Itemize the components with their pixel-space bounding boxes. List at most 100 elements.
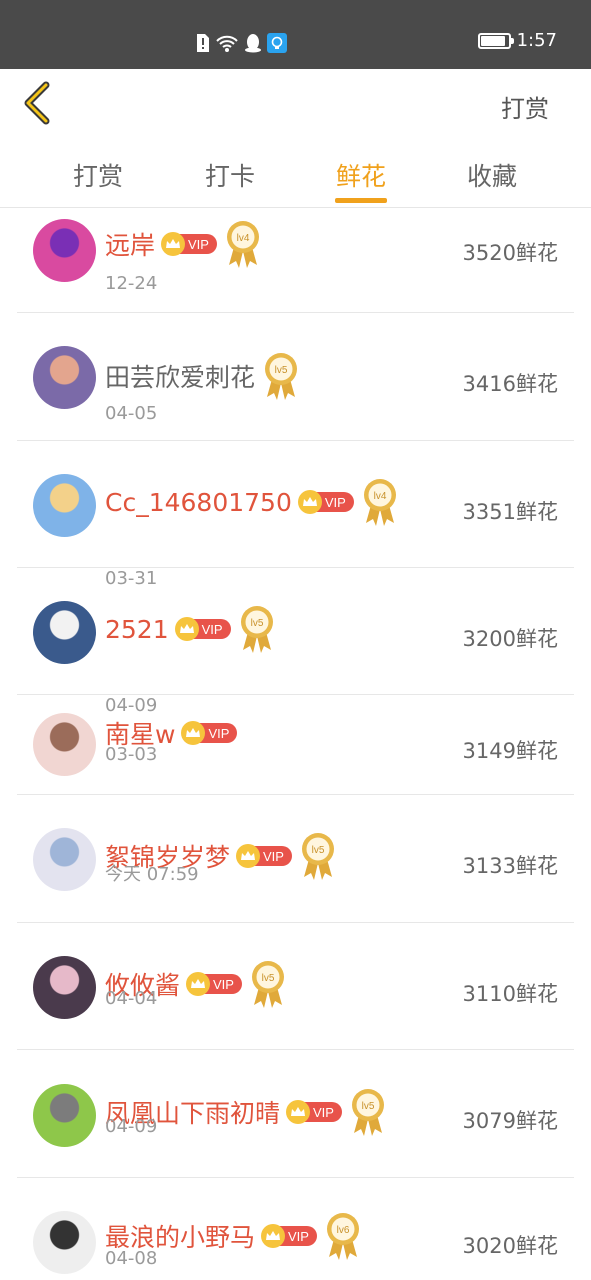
tab-checkin[interactable]: 打卡: [205, 157, 255, 193]
vip-label: VIP: [313, 1104, 334, 1120]
vip-label: VIP: [201, 621, 223, 637]
tab-bar: 打赏 打卡 鲜花 收藏: [0, 141, 591, 208]
crown-icon: [181, 721, 206, 745]
item-date: 12-24: [105, 273, 158, 294]
name-line: 田芸欣爱刺花 lv5: [105, 351, 299, 401]
vip-badge: VIP: [297, 490, 354, 514]
user-name[interactable]: Cc_146801750: [105, 488, 292, 517]
level-label: lv5: [275, 365, 288, 376]
vip-badge: VIP: [286, 1100, 342, 1124]
crown-icon: [161, 232, 186, 256]
level-medal-icon: lv4: [225, 219, 261, 269]
item-date: 04-08: [105, 1248, 158, 1269]
avatar[interactable]: [33, 474, 96, 537]
level-label: lv5: [262, 973, 275, 984]
flower-count: 3133鲜花: [462, 854, 558, 878]
avatar[interactable]: [33, 219, 96, 282]
level-label: lv5: [362, 1101, 375, 1112]
tab-reward[interactable]: 打赏: [73, 157, 123, 193]
vip-badge: VIP: [261, 1224, 317, 1248]
list-item[interactable]: 絮锦岁岁梦 VIP lv5 今天 07:59 3133鲜花: [17, 795, 574, 923]
vip-badge: VIP: [186, 972, 242, 996]
list-item[interactable]: 田芸欣爱刺花 lv5 04-05 3416鲜花: [17, 313, 574, 441]
item-date: 04-04: [105, 988, 158, 1009]
tab-active-indicator: [335, 198, 387, 203]
level-medal-icon: lv5: [239, 604, 275, 654]
level-medal-icon: lv6: [325, 1211, 361, 1261]
level-medal-icon: lv5: [350, 1087, 386, 1137]
tab-flowers[interactable]: 鲜花: [336, 157, 386, 193]
user-name[interactable]: 远岸: [105, 226, 155, 262]
vip-label: VIP: [213, 976, 234, 992]
vip-label: VIP: [324, 494, 346, 510]
avatar[interactable]: [33, 1084, 96, 1147]
item-date: 03-03: [105, 744, 158, 765]
level-label: lv4: [373, 491, 386, 502]
crown-icon: [297, 490, 322, 514]
avatar[interactable]: [33, 601, 96, 664]
sim-alert-icon: [197, 34, 209, 52]
level-medal-icon: lv4: [362, 477, 398, 527]
flower-count: 3520鲜花: [462, 241, 558, 265]
tab-favorites[interactable]: 收藏: [467, 157, 517, 193]
avatar[interactable]: [33, 346, 96, 409]
vip-label: VIP: [188, 236, 209, 252]
flower-ranking-list: 远岸 VIP lv4 12-24 3520鲜花田芸欣爱刺花 lv5 04-05 3416鲜花 C…: [17, 209, 574, 1280]
level-label: lv5: [250, 618, 263, 629]
vip-label: VIP: [288, 1228, 309, 1244]
crown-icon: [261, 1224, 286, 1248]
wifi-icon: [216, 35, 238, 52]
list-item[interactable]: Cc_146801750 VIP lv4 03-31 3351鲜花: [17, 441, 574, 589]
name-line: Cc_146801750 VIP lv4: [105, 477, 398, 527]
chevron-left-icon[interactable]: [20, 81, 56, 125]
flower-count: 3416鲜花: [462, 372, 558, 396]
list-item[interactable]: 远岸 VIP lv4 12-24 3520鲜花: [17, 209, 574, 313]
qq-icon: [245, 34, 261, 53]
avatar[interactable]: [33, 1211, 96, 1274]
avatar[interactable]: [33, 713, 96, 776]
vip-label: VIP: [208, 725, 230, 741]
status-icons: [196, 32, 287, 54]
top-header: 打赏: [0, 69, 591, 141]
item-date: 04-05: [105, 403, 158, 424]
vip-badge: VIP: [161, 232, 217, 256]
list-item[interactable]: 最浪的小野马 VIP lv6 04-08 3020鲜花: [17, 1178, 574, 1280]
vip-badge: VIP: [181, 721, 238, 745]
crown-icon: [286, 1100, 311, 1124]
flower-count: 3149鲜花: [462, 739, 558, 763]
list-item[interactable]: 2521 VIP lv5 04-09 3200鲜花: [17, 568, 574, 716]
status-bar: 1:57: [0, 0, 591, 69]
level-medal-icon: lv5: [250, 959, 286, 1009]
status-time: 1:57: [516, 30, 557, 51]
status-right: 1:57: [477, 30, 557, 51]
avatar[interactable]: [33, 956, 96, 1019]
vip-label: VIP: [263, 848, 284, 864]
battery-icon: [477, 32, 514, 49]
flower-count: 3079鲜花: [462, 1109, 558, 1133]
user-name[interactable]: 田芸欣爱刺花: [105, 358, 255, 394]
user-name[interactable]: 2521: [105, 615, 169, 644]
list-item[interactable]: 南星w VIP 03-03 3149鲜花: [17, 695, 574, 795]
crown-icon: [236, 844, 261, 868]
level-medal-icon: lv5: [263, 351, 299, 401]
item-date: 今天 07:59: [105, 864, 199, 885]
flower-count: 3351鲜花: [462, 500, 558, 524]
flower-count: 3110鲜花: [462, 982, 558, 1006]
crown-icon: [174, 617, 199, 641]
flower-count: 3200鲜花: [462, 627, 558, 651]
app-notification-icon: [267, 33, 287, 53]
reward-action-button[interactable]: 打赏: [501, 89, 549, 124]
level-label: lv6: [337, 1225, 350, 1236]
level-label: lv4: [237, 233, 250, 244]
name-line: 2521 VIP lv5: [105, 604, 275, 654]
name-line: 远岸 VIP lv4: [105, 219, 261, 269]
vip-badge: VIP: [174, 617, 231, 641]
level-medal-icon: lv5: [300, 831, 336, 881]
flower-count: 3020鲜花: [462, 1234, 558, 1258]
item-date: 04-09: [105, 1116, 158, 1137]
list-item[interactable]: 凤凰山下雨初晴 VIP lv5 04-09 3079鲜花: [17, 1050, 574, 1178]
avatar[interactable]: [33, 828, 96, 891]
vip-badge: VIP: [236, 844, 292, 868]
level-label: lv5: [312, 845, 325, 856]
list-item[interactable]: 攸攸酱 VIP lv5 04-04 3110鲜花: [17, 923, 574, 1050]
